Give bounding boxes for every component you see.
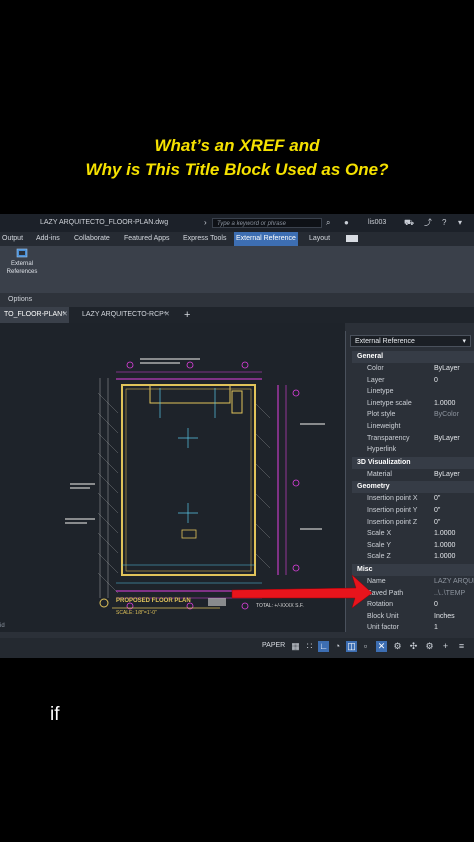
red-pointer-arrow [231,574,373,609]
video-subtitle: if [50,704,60,725]
